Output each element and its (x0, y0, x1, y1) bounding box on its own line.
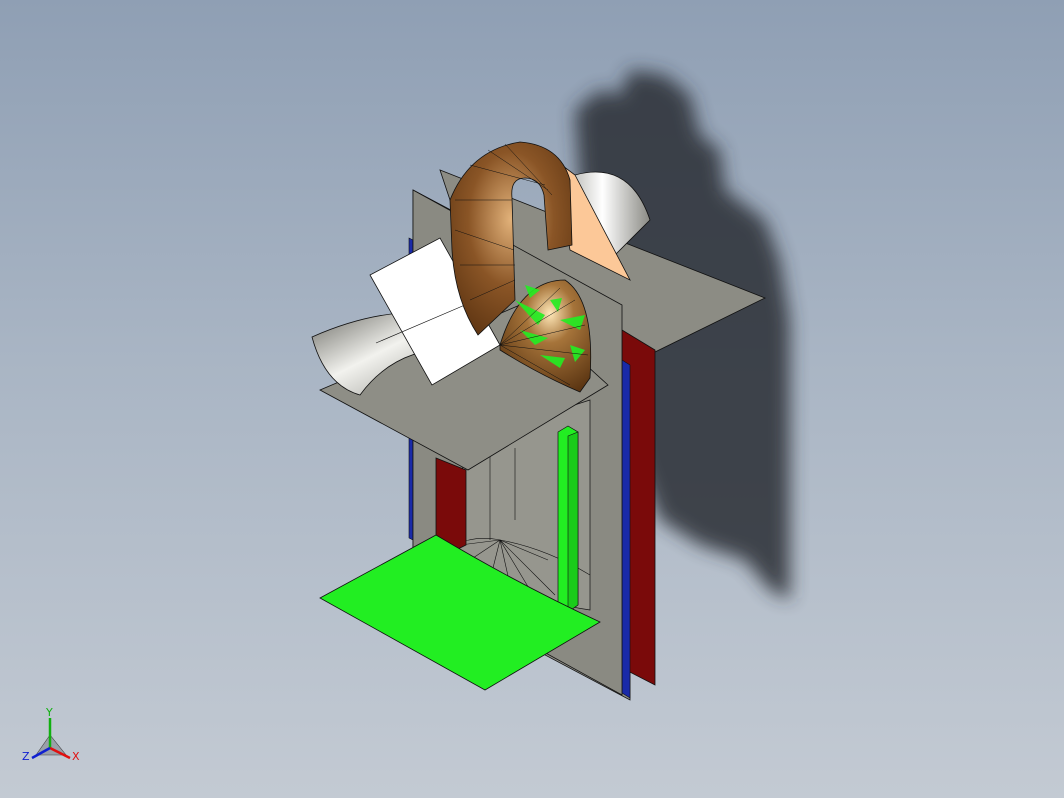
green-post-face (567, 431, 579, 613)
x-axis-label: X (72, 750, 80, 763)
coordinate-triad[interactable]: Y X Z (22, 706, 80, 763)
y-axis-label: Y (45, 706, 53, 719)
blue-rail-right (621, 359, 631, 699)
3d-viewport[interactable]: Y X Z (0, 0, 1064, 798)
z-axis-label: Z (22, 750, 30, 763)
